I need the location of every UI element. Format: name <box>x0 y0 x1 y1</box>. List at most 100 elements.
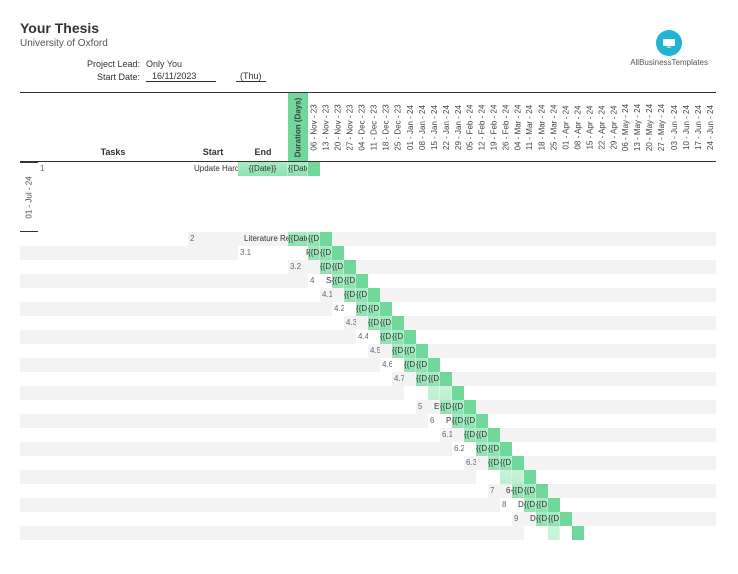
gantt-cell[interactable] <box>20 400 38 414</box>
gantt-cell[interactable] <box>356 512 368 526</box>
gantt-cell[interactable] <box>536 316 548 330</box>
gantt-cell[interactable] <box>20 484 38 498</box>
task-duration[interactable] <box>440 372 452 386</box>
gantt-cell[interactable] <box>464 498 476 512</box>
gantt-cell[interactable] <box>608 512 620 526</box>
gantt-cell[interactable] <box>188 358 238 372</box>
task-end[interactable]: {{Date}} <box>308 232 320 246</box>
gantt-cell[interactable] <box>704 498 716 512</box>
gantt-cell[interactable] <box>608 400 620 414</box>
gantt-cell[interactable] <box>332 400 344 414</box>
gantt-cell[interactable] <box>548 442 560 456</box>
gantt-cell[interactable] <box>38 288 188 302</box>
gantt-cell[interactable] <box>536 260 548 274</box>
gantt-cell[interactable] <box>428 316 440 330</box>
gantt-cell[interactable] <box>440 526 452 540</box>
gantt-cell[interactable] <box>20 428 38 442</box>
gantt-cell[interactable] <box>416 316 428 330</box>
gantt-cell[interactable] <box>488 400 500 414</box>
gantt-cell[interactable] <box>488 274 500 288</box>
gantt-cell[interactable] <box>644 302 656 316</box>
gantt-cell[interactable] <box>380 386 392 400</box>
gantt-cell[interactable] <box>188 484 238 498</box>
gantt-cell[interactable] <box>596 372 608 386</box>
gantt-cell[interactable] <box>464 526 476 540</box>
gantt-cell[interactable] <box>238 442 288 456</box>
gantt-cell[interactable] <box>380 372 392 386</box>
gantt-cell[interactable] <box>404 232 416 246</box>
gantt-cell[interactable] <box>632 498 644 512</box>
gantt-cell[interactable] <box>320 162 332 176</box>
gantt-cell[interactable] <box>428 330 440 344</box>
gantt-cell[interactable] <box>38 512 188 526</box>
gantt-cell[interactable] <box>524 162 536 176</box>
gantt-cell[interactable] <box>620 456 632 470</box>
gantt-cell[interactable] <box>680 330 692 344</box>
gantt-cell[interactable] <box>548 316 560 330</box>
gantt-cell[interactable] <box>464 512 476 526</box>
gantt-cell[interactable] <box>536 428 548 442</box>
gantt-cell[interactable] <box>656 512 668 526</box>
gantt-cell[interactable] <box>428 428 440 442</box>
gantt-cell[interactable] <box>368 512 380 526</box>
task-start[interactable]: {{Date}} <box>476 442 488 456</box>
gantt-cell[interactable] <box>356 456 368 470</box>
gantt-cell[interactable] <box>512 344 524 358</box>
gantt-cell[interactable] <box>238 414 288 428</box>
gantt-cell[interactable] <box>344 540 356 554</box>
gantt-cell[interactable] <box>596 400 608 414</box>
task-duration[interactable] <box>368 288 380 302</box>
gantt-cell[interactable] <box>644 442 656 456</box>
gantt-cell[interactable] <box>548 302 560 316</box>
gantt-cell[interactable] <box>308 484 320 498</box>
gantt-cell[interactable] <box>488 372 500 386</box>
gantt-cell[interactable] <box>668 484 680 498</box>
gantt-cell[interactable] <box>692 526 704 540</box>
gantt-cell[interactable] <box>188 288 238 302</box>
gantt-cell[interactable] <box>20 344 38 358</box>
gantt-cell[interactable] <box>548 288 560 302</box>
gantt-cell[interactable] <box>404 400 416 414</box>
gantt-cell[interactable] <box>560 456 572 470</box>
gantt-cell[interactable] <box>356 358 368 372</box>
gantt-cell[interactable] <box>644 386 656 400</box>
gantt-cell[interactable] <box>488 288 500 302</box>
gantt-cell[interactable] <box>238 372 288 386</box>
gantt-cell[interactable] <box>512 428 524 442</box>
gantt-cell[interactable] <box>584 316 596 330</box>
gantt-cell[interactable] <box>524 372 536 386</box>
gantt-cell[interactable] <box>680 512 692 526</box>
gantt-cell[interactable] <box>536 246 548 260</box>
gantt-cell[interactable] <box>644 400 656 414</box>
task-duration[interactable] <box>392 316 404 330</box>
gantt-cell[interactable] <box>620 162 632 176</box>
gantt-cell[interactable] <box>308 456 320 470</box>
gantt-cell[interactable] <box>344 400 356 414</box>
gantt-cell[interactable] <box>288 512 308 526</box>
gantt-cell[interactable] <box>440 358 452 372</box>
gantt-cell[interactable] <box>560 330 572 344</box>
gantt-cell[interactable] <box>476 330 488 344</box>
gantt-cell[interactable] <box>644 456 656 470</box>
gantt-cell[interactable] <box>704 386 716 400</box>
gantt-cell[interactable] <box>560 498 572 512</box>
gantt-cell[interactable] <box>596 288 608 302</box>
gantt-cell[interactable] <box>368 428 380 442</box>
gantt-cell[interactable] <box>464 470 476 484</box>
gantt-cell[interactable] <box>476 162 488 176</box>
gantt-cell[interactable] <box>344 344 356 358</box>
gantt-cell[interactable] <box>288 386 308 400</box>
gantt-cell[interactable] <box>608 344 620 358</box>
gantt-cell[interactable] <box>620 232 632 246</box>
gantt-cell[interactable] <box>500 372 512 386</box>
gantt-cell[interactable] <box>416 512 428 526</box>
task-duration[interactable] <box>380 302 392 316</box>
gantt-cell[interactable] <box>464 386 476 400</box>
gantt-cell[interactable] <box>692 274 704 288</box>
gantt-cell[interactable] <box>704 232 716 246</box>
gantt-cell[interactable] <box>392 260 404 274</box>
gantt-cell[interactable] <box>344 414 356 428</box>
gantt-cell[interactable] <box>308 302 320 316</box>
gantt-cell[interactable] <box>632 400 644 414</box>
gantt-cell[interactable] <box>356 246 368 260</box>
